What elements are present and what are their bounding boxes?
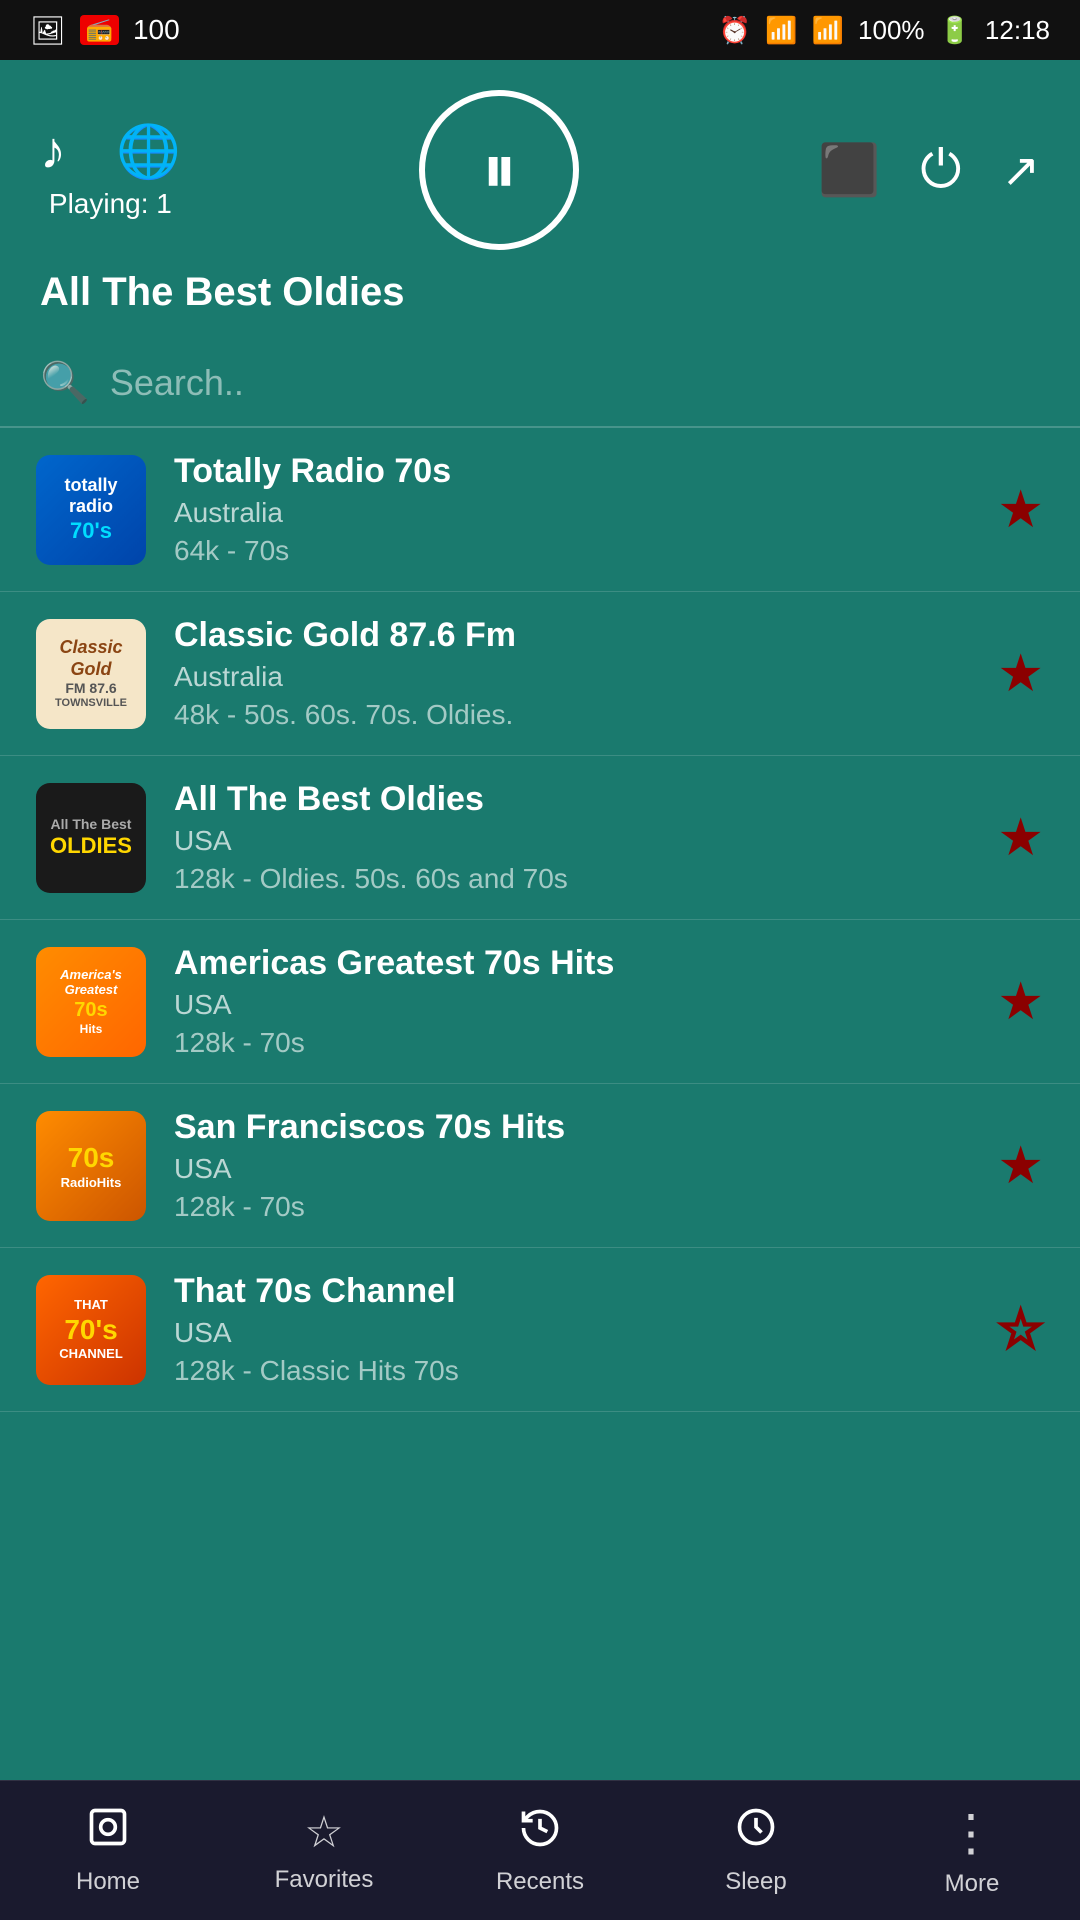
status-bar: 🖼 📻 100 ⏰ 📶 📶 100% 🔋 12:18 [0, 0, 1080, 60]
nav-home-label: Home [76, 1868, 140, 1896]
favorite-star-3[interactable]: ★ [997, 972, 1044, 1032]
nav-home[interactable]: Home [0, 1805, 216, 1896]
home-icon [86, 1805, 130, 1860]
favorite-star-1[interactable]: ★ [997, 644, 1044, 704]
pause-button[interactable]: ⏸ [419, 90, 579, 250]
nav-favorites-label: Favorites [275, 1866, 374, 1894]
stop-icon[interactable]: ⬛ [818, 141, 880, 200]
station-country-1: Australia [174, 661, 969, 693]
radio-list: totally radio 70's Totally Radio 70s Aus… [0, 428, 1080, 1778]
clock-time: 12:18 [985, 15, 1050, 46]
list-item[interactable]: totally radio 70's Totally Radio 70s Aus… [0, 428, 1080, 592]
list-item[interactable]: All The Best OLDIES All The Best Oldies … [0, 756, 1080, 920]
sleep-icon [734, 1805, 778, 1860]
station-meta-2: 128k - Oldies. 50s. 60s and 70s [174, 863, 969, 895]
share-icon[interactable]: ↗ [1001, 143, 1040, 197]
station-info-3: Americas Greatest 70s Hits USA 128k - 70… [174, 944, 969, 1059]
station-meta-3: 128k - 70s [174, 1027, 969, 1059]
favorite-star-2[interactable]: ★ [997, 808, 1044, 868]
station-name-5: That 70s Channel [174, 1272, 969, 1311]
station-meta-5: 128k - Classic Hits 70s [174, 1355, 969, 1387]
power-icon[interactable]: ⏻ [920, 140, 961, 201]
search-icon: 🔍 [40, 359, 90, 406]
recents-icon [518, 1806, 562, 1860]
signal-bars-icon: 📶 [812, 15, 844, 46]
list-item[interactable]: Classic Gold FM 87.6 TOWNSVILLE Classic … [0, 592, 1080, 756]
left-icons: ♪ 🌐 [40, 121, 181, 182]
globe-icon[interactable]: 🌐 [116, 121, 181, 182]
photo-icon: 🖼 [30, 14, 66, 47]
pause-icon: ⏸ [482, 129, 517, 211]
station-info-4: San Franciscos 70s Hits USA 128k - 70s [174, 1108, 969, 1223]
signal-number: 100 [133, 14, 180, 46]
wifi-icon: 📶 [765, 15, 797, 46]
nav-sleep[interactable]: Sleep [648, 1805, 864, 1896]
status-left: 🖼 📻 100 [30, 14, 180, 47]
station-country-2: USA [174, 825, 969, 857]
search-input[interactable] [110, 362, 1040, 404]
page-title: All The Best Oldies [40, 260, 1040, 319]
station-name-4: San Franciscos 70s Hits [174, 1108, 969, 1147]
controls-row: ♪ 🌐 Playing: 1 ⏸ ⬛ ⏻ ↗ [40, 90, 1040, 250]
station-info-2: All The Best Oldies USA 128k - Oldies. 5… [174, 780, 969, 895]
station-logo-3: America's Greatest 70s Hits [36, 947, 146, 1057]
nav-recents-label: Recents [496, 1868, 584, 1896]
station-country-0: Australia [174, 497, 969, 529]
favorite-star-0[interactable]: ★ [997, 480, 1044, 540]
nav-more[interactable]: ⋮ More [864, 1804, 1080, 1898]
station-logo-0: totally radio 70's [36, 455, 146, 565]
radio-app-icon: 📻 [80, 15, 119, 45]
more-icon: ⋮ [946, 1804, 998, 1862]
nav-more-label: More [945, 1870, 1000, 1898]
favorite-star-4[interactable]: ★ [997, 1136, 1044, 1196]
nav-favorites[interactable]: ☆ Favorites [216, 1807, 432, 1894]
station-name-2: All The Best Oldies [174, 780, 969, 819]
left-controls: ♪ 🌐 Playing: 1 [40, 121, 181, 220]
nav-recents[interactable]: Recents [432, 1806, 648, 1896]
station-info-1: Classic Gold 87.6 Fm Australia 48k - 50s… [174, 616, 969, 731]
station-meta-0: 64k - 70s [174, 535, 969, 567]
list-item[interactable]: 70s RadioHits San Franciscos 70s Hits US… [0, 1084, 1080, 1248]
status-right: ⏰ 📶 📶 100% 🔋 12:18 [719, 15, 1050, 46]
station-logo-2: All The Best OLDIES [36, 783, 146, 893]
alarm-icon: ⏰ [719, 15, 751, 46]
header: ♪ 🌐 Playing: 1 ⏸ ⬛ ⏻ ↗ All The Best Oldi… [0, 60, 1080, 339]
list-item[interactable]: America's Greatest 70s Hits Americas Gre… [0, 920, 1080, 1084]
bottom-nav: Home ☆ Favorites Recents Sleep ⋮ More [0, 1780, 1080, 1920]
battery-icon: 🔋 [939, 15, 971, 46]
favorites-icon: ☆ [304, 1807, 343, 1858]
search-bar[interactable]: 🔍 [0, 339, 1080, 428]
station-country-3: USA [174, 989, 969, 1021]
station-logo-1: Classic Gold FM 87.6 TOWNSVILLE [36, 619, 146, 729]
station-name-1: Classic Gold 87.6 Fm [174, 616, 969, 655]
station-logo-5: THAT 70's CHANNEL [36, 1275, 146, 1385]
station-logo-4: 70s RadioHits [36, 1111, 146, 1221]
station-meta-4: 128k - 70s [174, 1191, 969, 1223]
station-name-3: Americas Greatest 70s Hits [174, 944, 969, 983]
favorite-star-5[interactable]: ☆ [997, 1300, 1044, 1360]
list-item[interactable]: THAT 70's CHANNEL That 70s Channel USA 1… [0, 1248, 1080, 1412]
nav-sleep-label: Sleep [725, 1868, 786, 1896]
playing-label: Playing: 1 [49, 188, 172, 220]
station-country-4: USA [174, 1153, 969, 1185]
station-info-0: Totally Radio 70s Australia 64k - 70s [174, 452, 969, 567]
station-country-5: USA [174, 1317, 969, 1349]
music-icon[interactable]: ♪ [40, 121, 66, 182]
battery-percent: 100% [858, 15, 925, 46]
station-info-5: That 70s Channel USA 128k - Classic Hits… [174, 1272, 969, 1387]
right-controls: ⬛ ⏻ ↗ [818, 140, 1040, 201]
station-meta-1: 48k - 50s. 60s. 70s. Oldies. [174, 699, 969, 731]
station-name-0: Totally Radio 70s [174, 452, 969, 491]
